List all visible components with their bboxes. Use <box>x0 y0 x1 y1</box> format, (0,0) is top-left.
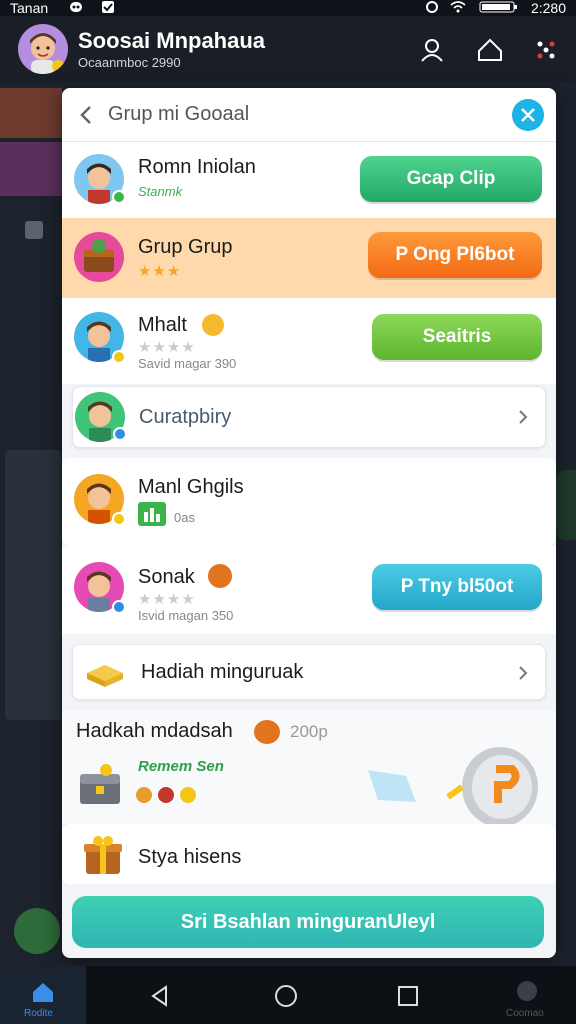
try-pilot-button[interactable]: P Tny bl50ot <box>372 564 542 610</box>
group-chest-icon <box>74 232 124 282</box>
home-tab[interactable]: Rodite <box>0 966 86 1024</box>
list-item[interactable]: Manl Ghgils 0as <box>62 458 556 546</box>
member-name: Romn Iniolan <box>138 156 256 178</box>
coins-icon <box>134 784 206 806</box>
background-list-item <box>0 88 62 138</box>
member-detail: Savid magar 390 <box>138 356 237 371</box>
status-badge <box>112 350 126 364</box>
weekly-gift-card[interactable]: Hadiah minguruak <box>72 644 546 700</box>
close-icon[interactable] <box>512 99 544 131</box>
group-pilot-button[interactable]: P Ong Pl6bot <box>368 232 542 278</box>
more-dots-icon[interactable] <box>530 34 562 66</box>
battery-icon <box>478 0 518 14</box>
back-nav-icon[interactable] <box>146 982 174 1010</box>
silver-coin-icon <box>440 747 542 827</box>
home-nav-icon[interactable] <box>272 982 300 1010</box>
reward-panel: Hadkah mdadsah 200p Remem Sen <box>62 710 556 827</box>
member-status: Stanmk <box>138 184 183 199</box>
home-tab-label: Rodite <box>24 1008 53 1019</box>
profile-tab-icon[interactable] <box>514 978 540 1004</box>
rating-stars: ★★★★ <box>138 591 196 608</box>
reward-subtext: Remem Sen <box>138 758 224 775</box>
user-icon[interactable] <box>416 34 448 66</box>
modal-header: Grup mi Gooaal <box>62 88 556 142</box>
navigation-bar: Rodite Coomao <box>0 966 576 1024</box>
app-header: Soosai Mnpahaua Ocaanmboc 2990 <box>0 16 576 82</box>
weekly-gift-label: Hadiah minguruak <box>141 661 304 683</box>
ball-icon <box>254 720 280 744</box>
category-label: Curatpbiry <box>139 406 232 428</box>
rating-stars: ★★★★ <box>138 339 196 356</box>
app-title: Soosai Mnpahaua <box>78 28 266 53</box>
member-name: Mhalt <box>138 314 187 336</box>
list-item[interactable]: Stya hisens <box>62 824 556 884</box>
carrier-label: Tanan <box>10 0 49 16</box>
list-item[interactable]: Mhalt ★★★★ Savid magar 390 Seaitris <box>62 298 556 384</box>
category-card[interactable]: Curatpbiry <box>72 386 546 448</box>
member-name: Manl Ghgils <box>138 476 244 498</box>
search-button[interactable]: Seaitris <box>372 314 542 360</box>
list-item[interactable]: Sonak ★★★★ Isvid magan 350 P Tny bl50ot <box>62 546 556 634</box>
group-name: Grup Grup <box>138 236 233 258</box>
avatar[interactable] <box>18 24 68 74</box>
modal-title: Grup mi Gooaal <box>108 103 250 125</box>
alarm-icon <box>424 0 440 14</box>
recents-nav-icon[interactable] <box>394 982 422 1010</box>
background-panel <box>556 470 576 540</box>
status-badge <box>113 427 127 441</box>
gift-bar-icon <box>85 657 125 689</box>
edit-icon <box>20 216 48 244</box>
chevron-right-icon <box>515 407 531 427</box>
home-icon[interactable] <box>474 34 506 66</box>
home-icon <box>30 980 56 1004</box>
chart-icon <box>138 502 166 526</box>
list-item[interactable]: Romn Iniolan Stanmk Gcap Clip <box>62 142 556 218</box>
shine-icon <box>362 766 422 806</box>
clock-time: 2:280 <box>530 0 566 16</box>
messenger-icon <box>68 0 84 14</box>
chevron-right-icon <box>515 663 531 683</box>
profile-tab-label: Coomao <box>506 1008 544 1019</box>
status-bar: Tanan 2:280 <box>0 0 576 16</box>
status-badge <box>112 600 126 614</box>
member-name: Sonak <box>138 566 195 588</box>
bottom-item-label: Stya hisens <box>138 846 242 868</box>
background-list-item <box>0 142 62 196</box>
background-avatar-icon <box>14 908 60 954</box>
weekly-claim-button[interactable]: Sri Bsahlan minguranUleyl <box>72 896 544 948</box>
rating-stars: ★★★ <box>138 263 182 280</box>
online-badge <box>112 190 126 204</box>
treasure-chest-icon <box>76 760 124 808</box>
member-detail: 0as <box>174 510 195 525</box>
back-arrow-icon[interactable] <box>74 102 98 128</box>
coin-icon <box>202 314 224 336</box>
list-item-highlighted[interactable]: Grup Grup ★★★ P Ong Pl6bot <box>62 218 556 298</box>
status-badge <box>112 512 126 526</box>
background-panel <box>5 450 61 720</box>
reward-title: Hadkah mdadsah <box>76 720 233 742</box>
group-modal: Grup mi Gooaal Romn Iniolan Stanmk Gcap … <box>62 88 556 958</box>
reward-amount: 200p <box>290 722 328 741</box>
check-icon <box>100 0 116 14</box>
gift-box-icon <box>80 832 126 878</box>
app-subtitle: Ocaanmboc 2990 <box>78 55 181 70</box>
group-clip-button[interactable]: Gcap Clip <box>360 156 542 202</box>
wifi-icon <box>450 0 466 14</box>
ball-icon <box>208 564 232 588</box>
member-detail: Isvid magan 350 <box>138 608 234 623</box>
